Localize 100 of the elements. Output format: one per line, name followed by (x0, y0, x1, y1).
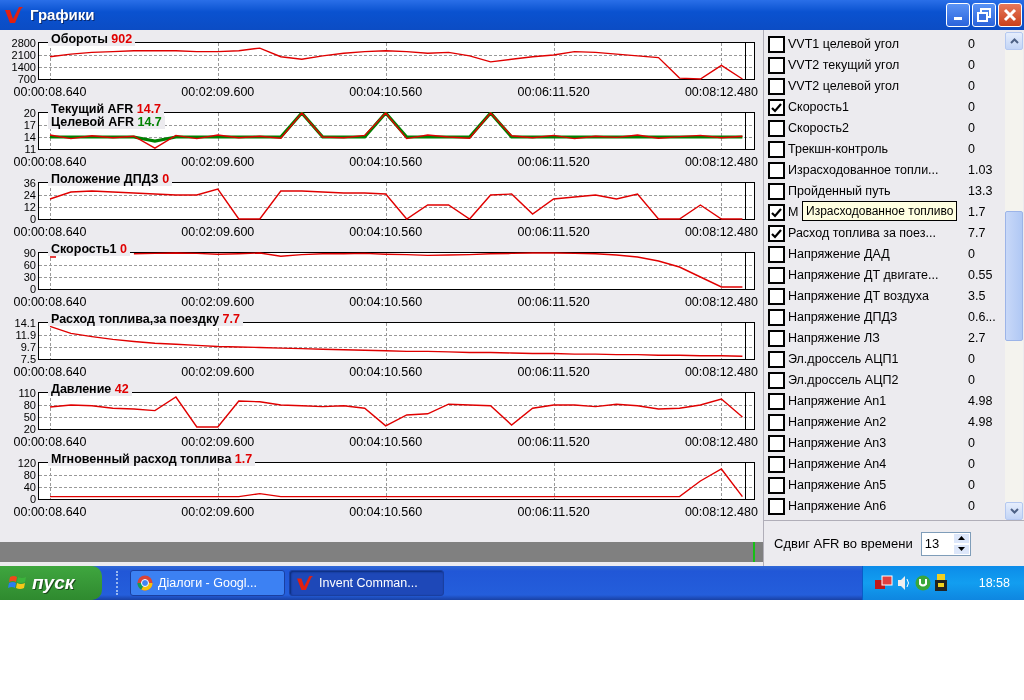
chart-title: Расход топлива,за поездку 7.7 (48, 313, 243, 326)
channel-name: VVT2 целевой угол (788, 79, 899, 94)
chart-title: Текущий AFR 14.7 (48, 103, 165, 116)
axis-tick-label: 14.1 (14, 318, 36, 328)
channel-value: 0 (968, 498, 975, 516)
axis-tick-label: 1400 (11, 62, 36, 72)
axis-tick-label: 9.7 (20, 342, 36, 352)
time-axis-label: 00:02:09.600 (181, 155, 255, 169)
window-title: Графики (30, 4, 96, 25)
channel-value: 0 (968, 372, 975, 390)
axis-tick-label: 50 (23, 412, 36, 422)
axis-tick-label: 2100 (11, 50, 36, 60)
tooltip: Израсходованное топливо (802, 201, 958, 221)
axis-tick-label: 80 (23, 400, 36, 410)
channel-value: 0 (968, 57, 975, 75)
channel-value: 0 (968, 456, 975, 474)
axis-tick-label: 20 (23, 108, 36, 118)
axis-tick-label: 110 (18, 388, 36, 398)
axis-tick-label: 80 (23, 470, 36, 480)
time-axis-label: 00:04:10.560 (349, 85, 423, 99)
time-axis-label: 00:06:11.520 (517, 155, 590, 169)
channel-name: Напряжение An6 (788, 499, 887, 514)
series-label: Скорость1 (51, 242, 118, 256)
series-label: Расход топлива,за поездку (51, 312, 221, 326)
time-axis-label: 00:00:08.640 (13, 85, 87, 99)
channel-name: Напряжение ДТ двигате... (788, 268, 939, 283)
time-axis-label: 00:04:10.560 (349, 225, 423, 239)
time-axis-label: 00:06:11.520 (517, 85, 590, 99)
time-axis-label: 00:00:08.640 (13, 225, 87, 239)
axis-tick-label: 14 (23, 132, 36, 142)
chart-title: Положение ДПДЗ 0 (48, 173, 173, 186)
channel-name: Напряжение An5 (788, 478, 887, 493)
series-label: Давление (51, 382, 113, 396)
channel-value: 1.7 (968, 204, 986, 222)
channel-name: Трекшн-контроль (788, 142, 889, 157)
channel-value: 0.55 (968, 267, 993, 285)
time-axis-label: 00:06:11.520 (517, 365, 590, 379)
channel-name: Напряжение An4 (788, 457, 887, 472)
channel-value: 0 (968, 36, 975, 54)
axis-tick-label: 12 (23, 202, 36, 212)
time-axis-label: 00:02:09.600 (181, 505, 255, 519)
channel-name: VVT2 текущий угол (788, 58, 900, 73)
axis-tick-label: 2800 (11, 38, 36, 48)
channel-name: Пройденный путь (788, 184, 891, 199)
channel-name: Напряжение An3 (788, 436, 887, 451)
axis-tick-label: 40 (23, 482, 36, 492)
channel-value: 0 (968, 246, 975, 264)
axis-tick-label: 20 (23, 424, 36, 434)
channel-value: 13.3 (968, 183, 993, 201)
channel-name: Расход топлива за поез... (788, 226, 936, 241)
time-axis-label: 00:02:09.600 (181, 225, 255, 239)
chart-title: Целевой AFR 14.7 (48, 116, 165, 129)
series-label: Целевой AFR (51, 115, 135, 129)
channel-name: М (788, 205, 799, 220)
axis-tick-label: 11 (24, 144, 36, 154)
time-axis-label: 00:06:11.520 (517, 435, 590, 449)
channel-value: 0 (968, 477, 975, 495)
time-axis-label: 00:02:09.600 (181, 365, 255, 379)
channel-name: Напряжение ДТ воздуха (788, 289, 929, 304)
channel-name: Израсходованное топли... (788, 163, 939, 178)
axis-tick-label: 24 (23, 190, 36, 200)
time-axis-label: 00:04:10.560 (349, 295, 423, 309)
time-axis-label: 00:00:08.640 (13, 155, 87, 169)
channel-value: 4.98 (968, 393, 993, 411)
series-label: Обороты (51, 32, 109, 46)
afr-shift-label: Сдвиг AFR во времени (774, 534, 913, 553)
channel-name: Напряжение ДПДЗ (788, 310, 898, 325)
axis-tick-label: 17 (23, 120, 36, 130)
time-axis-label: 00:08:12.480 (684, 505, 758, 519)
time-axis-label: 00:06:11.520 (517, 225, 590, 239)
channel-value: 3.5 (968, 288, 986, 306)
axis-tick-label: 0 (29, 494, 36, 504)
channel-value: 0 (968, 78, 975, 96)
axis-tick-label: 7.5 (20, 354, 36, 364)
series-label: Положение ДПДЗ (51, 172, 160, 186)
axis-tick-label: 120 (17, 458, 36, 468)
axis-tick-label: 36 (23, 178, 36, 188)
channel-name: Эл.дроссель АЦП1 (788, 352, 899, 367)
channel-value: 0 (968, 99, 975, 117)
time-axis-label: 00:08:12.480 (684, 85, 758, 99)
time-axis-label: 00:08:12.480 (684, 435, 758, 449)
time-axis-label: 00:02:09.600 (181, 295, 255, 309)
clock: 18:58 (978, 574, 1010, 592)
channel-value: 0 (968, 351, 975, 369)
time-axis-label: 00:08:12.480 (684, 295, 758, 309)
axis-tick-label: 0 (29, 214, 36, 224)
channel-name: Напряжение ДАД (788, 247, 890, 262)
time-axis-label: 00:00:08.640 (13, 435, 87, 449)
time-axis-label: 00:02:09.600 (181, 435, 255, 449)
channel-value: 0 (968, 141, 975, 159)
channel-value: 4.98 (968, 414, 993, 432)
channel-name: Напряжение An1 (788, 394, 887, 409)
time-axis-label: 00:08:12.480 (684, 365, 758, 379)
channel-name: Напряжение ЛЗ (788, 331, 880, 346)
time-axis-label: 00:08:12.480 (684, 155, 758, 169)
axis-tick-label: 11.9 (15, 330, 36, 340)
channel-name: Скорость1 (788, 100, 849, 115)
axis-tick-label: 60 (23, 260, 36, 270)
time-axis-label: 00:04:10.560 (349, 155, 423, 169)
axis-tick-label: 90 (23, 248, 36, 258)
